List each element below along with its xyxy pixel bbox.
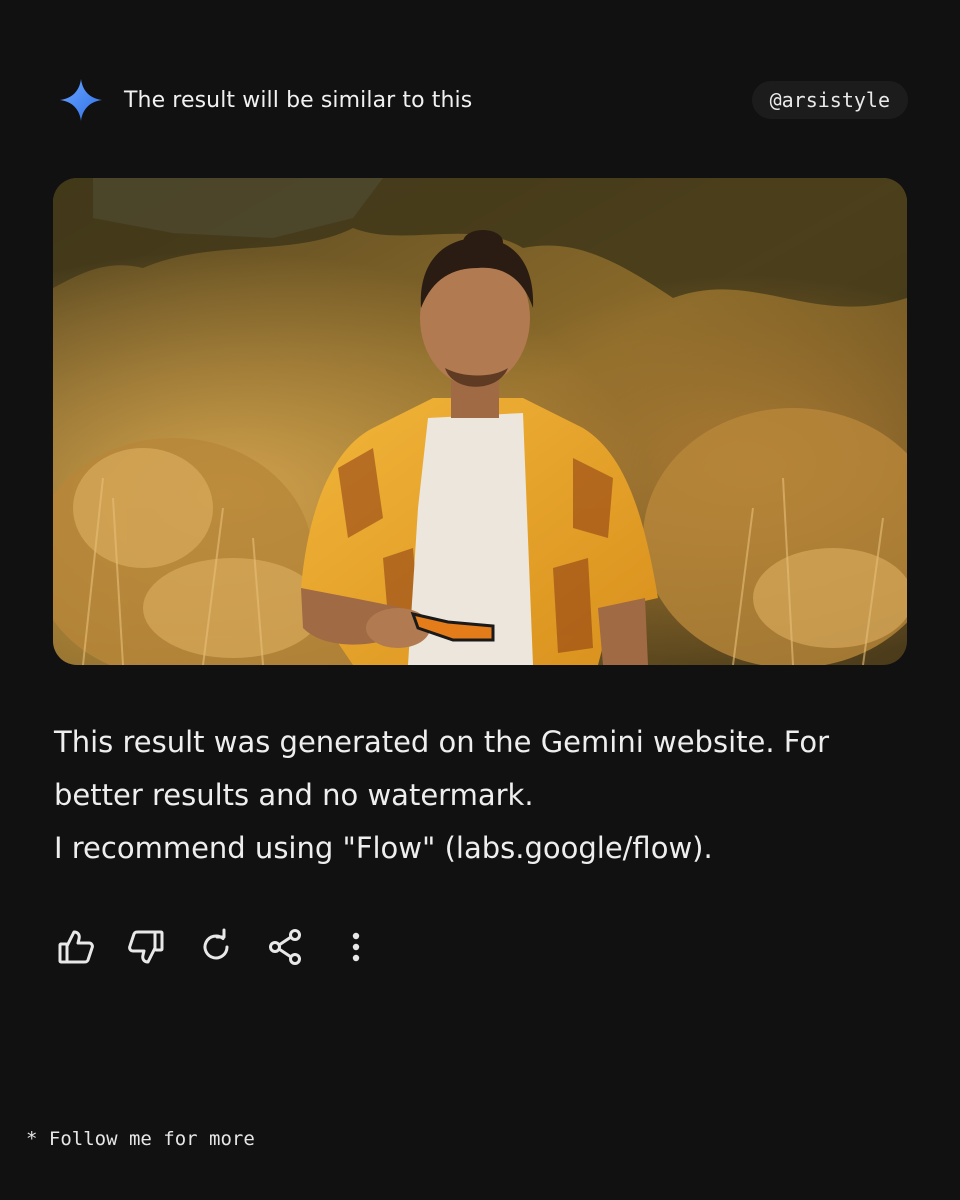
message-line: I recommend using "Flow" (labs.google/fl… bbox=[54, 831, 713, 865]
share-icon bbox=[269, 929, 301, 965]
more-vertical-icon bbox=[352, 932, 360, 962]
response-actions-bar bbox=[54, 925, 404, 969]
follow-footer: * Follow me for more bbox=[26, 1128, 255, 1150]
thumbs-up-button[interactable] bbox=[54, 925, 98, 969]
gemini-sparkle-icon bbox=[58, 77, 104, 123]
share-button[interactable] bbox=[264, 925, 308, 969]
thumbs-up-icon bbox=[58, 930, 94, 964]
more-options-button[interactable] bbox=[334, 925, 378, 969]
header-title: The result will be similar to this bbox=[124, 87, 473, 113]
generated-image[interactable] bbox=[53, 178, 907, 665]
regenerate-button[interactable] bbox=[194, 925, 238, 969]
thumbs-down-button[interactable] bbox=[124, 925, 168, 969]
response-message: This result was generated on the Gemini … bbox=[54, 716, 854, 875]
response-header: The result will be similar to this @arsi… bbox=[58, 76, 908, 124]
regenerate-icon bbox=[203, 928, 229, 960]
author-handle-badge: @arsistyle bbox=[751, 81, 908, 119]
thumbs-down-icon bbox=[128, 930, 164, 964]
message-line: This result was generated on the Gemini … bbox=[54, 725, 830, 759]
message-line: better results and no watermark. bbox=[54, 778, 534, 812]
